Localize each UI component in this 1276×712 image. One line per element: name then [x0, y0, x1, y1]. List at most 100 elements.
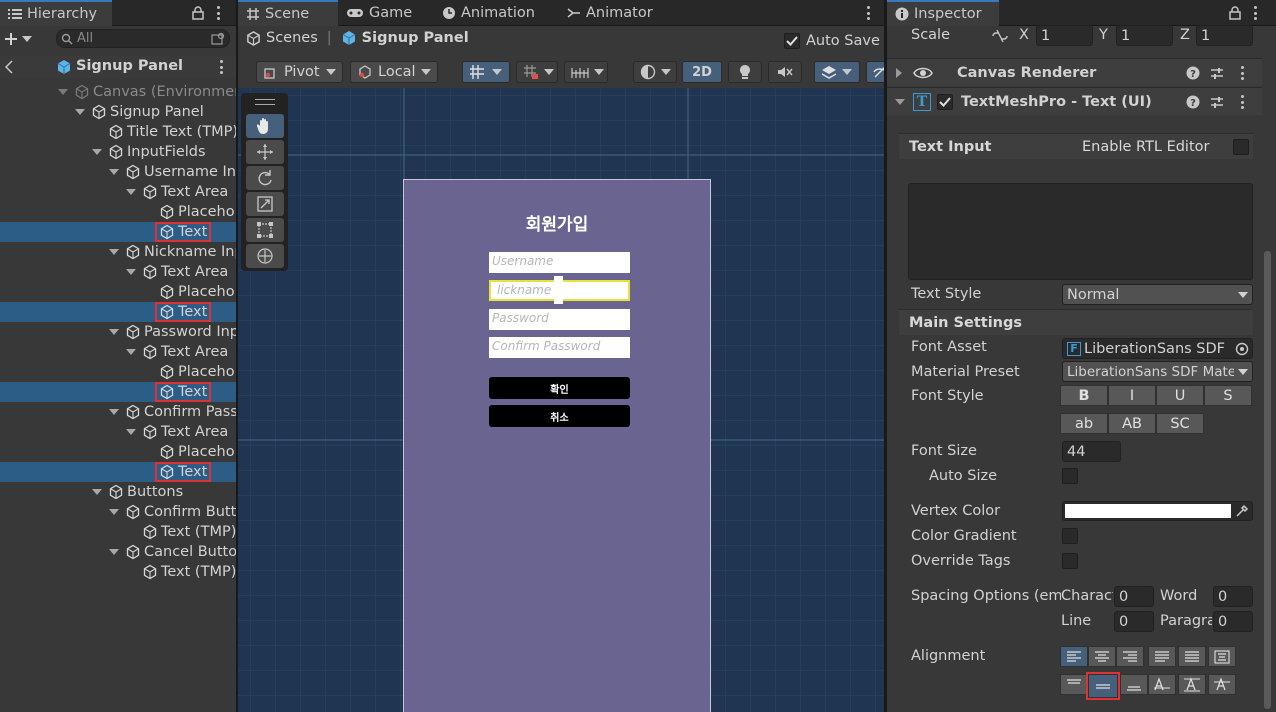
expand-arrow-icon[interactable] — [109, 507, 119, 517]
align-right-button[interactable] — [1116, 646, 1144, 667]
hierarchy-item[interactable]: Canvas (Environment) — [0, 82, 236, 102]
expand-arrow-icon[interactable] — [126, 267, 136, 277]
visibility-toggle[interactable] — [866, 61, 884, 83]
lock-icon[interactable] — [192, 6, 204, 20]
align-left-button[interactable] — [1060, 646, 1088, 667]
component-menu-icon[interactable] — [1238, 94, 1246, 110]
rect-gizmo[interactable] — [554, 276, 563, 304]
auto-save-toggle[interactable]: Auto Save — [784, 33, 880, 49]
italic-button[interactable]: I — [1108, 385, 1156, 406]
signup-panel[interactable]: 회원가입 Username lickname Password Confirm … — [403, 179, 711, 712]
help-icon[interactable]: ? — [1186, 66, 1200, 80]
font-size-field[interactable]: 44 — [1062, 441, 1121, 462]
override-tags-checkbox[interactable] — [1062, 553, 1078, 569]
text-style-dropdown[interactable]: Normal — [1062, 284, 1253, 305]
hierarchy-item[interactable]: Text (TMP) — [0, 562, 236, 582]
username-input[interactable]: Username — [489, 252, 630, 273]
align-capline-button[interactable] — [1208, 674, 1236, 695]
uppercase-button[interactable]: AB — [1108, 413, 1156, 434]
paragraph-spacing-field[interactable]: 0 — [1213, 611, 1253, 632]
align-baseline-button[interactable] — [1148, 674, 1176, 695]
hierarchy-item[interactable]: Placeholder — [0, 282, 236, 302]
lock-icon[interactable] — [1229, 6, 1241, 20]
hierarchy-item[interactable]: Text Area — [0, 262, 236, 282]
textmeshpro-header[interactable]: T TextMeshPro - Text (UI) ? — [887, 87, 1262, 115]
hierarchy-item[interactable]: Text Area — [0, 182, 236, 202]
hierarchy-item[interactable]: InputFields — [0, 142, 236, 162]
smallcaps-button[interactable]: SC — [1156, 413, 1204, 434]
transform-tool[interactable] — [246, 244, 284, 268]
tab-game[interactable]: Game — [338, 0, 420, 26]
scale-z-field[interactable]: 1 — [1196, 25, 1253, 46]
tab-animation[interactable]: Animation — [434, 0, 543, 26]
tab-inspector[interactable]: Inspector — [887, 0, 999, 26]
align-midline-button[interactable] — [1178, 674, 1206, 695]
material-preset-dropdown[interactable]: LiberationSans SDF Material — [1062, 361, 1253, 382]
text-input-area[interactable] — [908, 183, 1253, 280]
expand-arrow-icon[interactable] — [126, 427, 136, 437]
move-tool[interactable] — [246, 140, 284, 164]
vertex-color-field[interactable] — [1062, 501, 1253, 521]
hierarchy-item-text-selected[interactable]: Text — [0, 302, 236, 322]
hierarchy-search-input[interactable]: All — [56, 29, 230, 48]
hierarchy-item[interactable]: Username Input — [0, 162, 236, 182]
cancel-button[interactable]: 취소 — [489, 405, 630, 427]
hierarchy-item[interactable]: Nickname Input — [0, 242, 236, 262]
expand-arrow-icon[interactable] — [92, 147, 102, 157]
expand-arrow-icon[interactable] — [109, 547, 119, 557]
presets-icon[interactable] — [1210, 95, 1224, 109]
rotate-tool[interactable] — [246, 166, 284, 190]
local-dropdown[interactable]: Local — [350, 61, 438, 83]
auto-size-checkbox[interactable] — [1062, 468, 1078, 484]
search-options-icon[interactable] — [211, 32, 225, 46]
password-input[interactable]: Password — [489, 309, 630, 330]
help-icon[interactable]: ? — [1186, 95, 1200, 109]
expand-arrow-icon[interactable] — [109, 407, 119, 417]
strikethrough-button[interactable]: S — [1204, 385, 1252, 406]
align-bottom-button[interactable] — [1120, 674, 1148, 695]
breadcrumb-scenes[interactable]: Scenes — [266, 30, 318, 46]
lighting-toggle[interactable] — [728, 61, 762, 83]
inspector-menu-icon[interactable] — [1251, 5, 1259, 21]
hierarchy-item[interactable]: Placeholder — [0, 362, 236, 382]
shading-mode-dropdown[interactable] — [633, 61, 677, 83]
effects-dropdown[interactable] — [814, 61, 860, 83]
expand-arrow-icon[interactable] — [92, 487, 102, 497]
hierarchy-item[interactable]: Placeholder — [0, 442, 236, 462]
hierarchy-item-text-selected[interactable]: Text — [0, 382, 236, 402]
audio-toggle[interactable] — [768, 61, 802, 83]
confirm-button[interactable]: 확인 — [489, 377, 630, 399]
line-spacing-field[interactable]: 0 — [1114, 611, 1154, 632]
tab-animator[interactable]: Animator — [559, 0, 661, 26]
align-top-button[interactable] — [1060, 674, 1088, 695]
align-middle-button[interactable] — [1086, 672, 1120, 700]
back-arrow-icon[interactable] — [5, 60, 13, 74]
hierarchy-item[interactable]: Confirm Password — [0, 402, 236, 422]
presets-icon[interactable] — [1210, 66, 1224, 80]
ruler-snap-button[interactable] — [564, 61, 608, 83]
object-picker-icon[interactable] — [1235, 342, 1249, 356]
hierarchy-item[interactable]: Confirm Button — [0, 502, 236, 522]
expand-arrow-icon[interactable] — [109, 247, 119, 257]
scale-tool[interactable] — [246, 192, 284, 216]
scene-menu-icon[interactable] — [864, 5, 872, 21]
expand-arrow-icon[interactable] — [126, 187, 136, 197]
overlay-drag-handle[interactable] — [255, 99, 275, 105]
hand-tool[interactable] — [246, 114, 284, 138]
scale-y-field[interactable]: 1 — [1116, 25, 1173, 46]
align-flush-button[interactable] — [1178, 646, 1206, 667]
hierarchy-item[interactable]: Signup Panel — [0, 102, 236, 122]
canvas-renderer-header[interactable]: Canvas Renderer ? — [887, 58, 1262, 86]
inspector-scrollbar[interactable] — [1261, 248, 1274, 712]
align-geometry-button[interactable] — [1208, 646, 1236, 667]
lowercase-button[interactable]: ab — [1060, 413, 1108, 434]
underline-button[interactable]: U — [1156, 385, 1204, 406]
increment-snap-button[interactable] — [516, 61, 558, 83]
breadcrumb-menu-icon[interactable] — [217, 59, 225, 75]
expand-arrow-icon[interactable] — [109, 167, 119, 177]
hierarchy-item[interactable]: Title Text (TMP) — [0, 122, 236, 142]
hierarchy-menu-icon[interactable] — [214, 5, 222, 21]
bold-button[interactable]: B — [1060, 385, 1108, 406]
eyedropper-icon[interactable] — [1235, 504, 1249, 518]
tab-hierarchy[interactable]: Hierarchy — [0, 0, 112, 26]
